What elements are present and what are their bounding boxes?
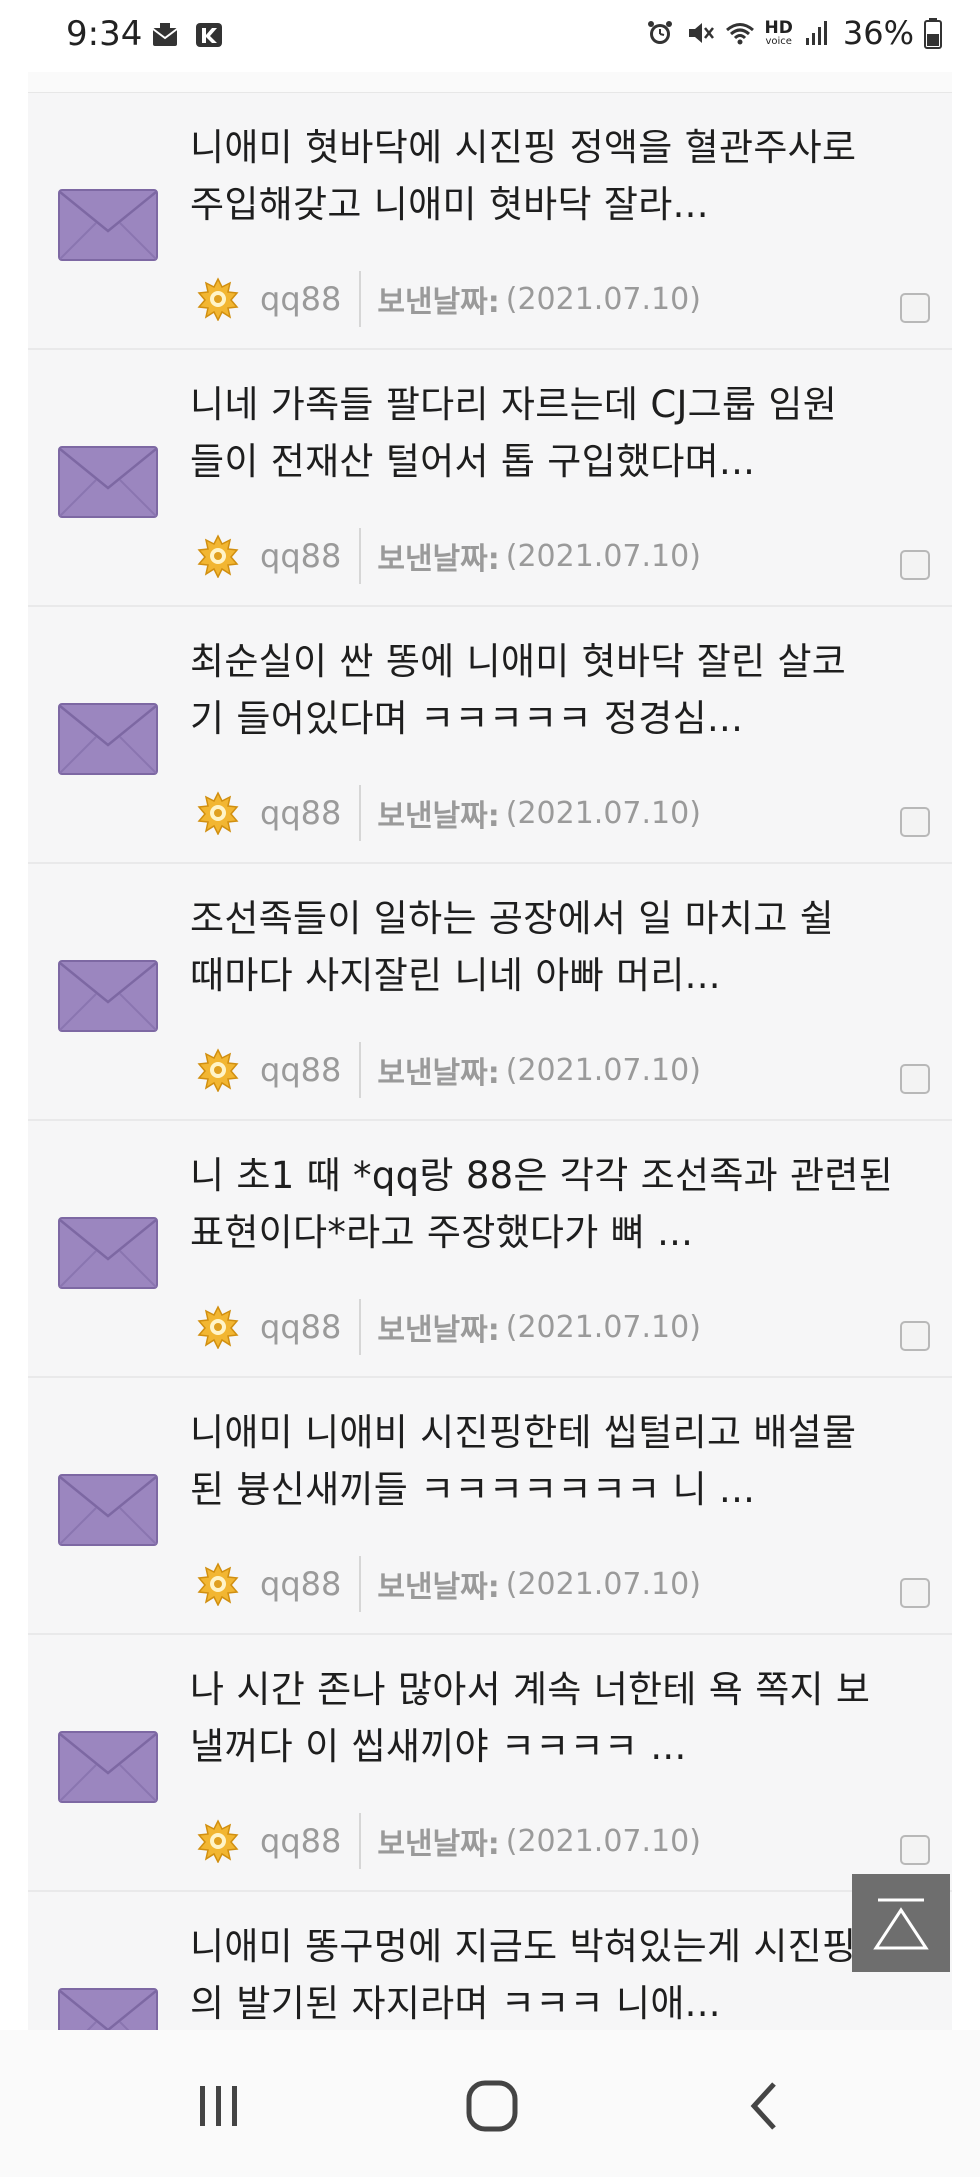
message-meta: qq88 보낸날짜: (2021.07.10) [196,1813,701,1869]
recent-apps-icon[interactable] [188,2078,248,2134]
message-subject[interactable]: 니네 가족들 팔다리 자르는데 CJ그룹 임원 들이 전재산 털어서 톱 구입했… [190,376,930,490]
battery-icon [924,18,942,49]
sent-date-label: 보낸날짜: [377,1827,500,1862]
message-select-checkbox[interactable] [900,550,930,580]
member-level-badge-icon [197,1305,239,1349]
meta-divider [359,271,362,327]
sent-date: (2021.07.10) [505,281,701,317]
meta-divider [359,1042,362,1098]
message-select-checkbox[interactable] [900,1064,930,1094]
envelope-icon [58,1474,158,1546]
sent-date: (2021.07.10) [505,1309,701,1345]
message-sender[interactable]: qq88 [260,1308,341,1346]
message-sender[interactable]: qq88 [260,280,341,318]
alarm-icon [647,21,672,44]
message-subject[interactable]: 조선족들이 일하는 공장에서 일 마치고 쉴 때마다 사지잘린 니네 아빠 머리… [190,890,930,1004]
hd-voice-icon: HD voice [764,17,793,47]
message-sender[interactable]: qq88 [260,537,341,575]
message-row[interactable]: 니네 가족들 팔다리 자르는데 CJ그룹 임원 들이 전재산 털어서 톱 구입했… [28,350,952,607]
message-subject[interactable]: 니애미 혓바닥에 시진핑 정액을 혈관주사로 주입해갖고 니애미 혓바닥 잘라.… [190,119,930,233]
meta-divider [359,1813,362,1869]
message-row[interactable]: 니애미 혓바닥에 시진핑 정액을 혈관주사로 주입해갖고 니애미 혓바닥 잘라.… [28,93,952,350]
sent-date-label: 보낸날짜: [377,285,500,320]
sent-date: (2021.07.10) [505,538,701,574]
member-level-badge-icon [197,1048,239,1092]
message-row[interactable]: 나 시간 존나 많아서 계속 너한테 욕 쪽지 보 낼꺼다 이 씹새끼야 ㅋㅋㅋ… [28,1635,952,1892]
status-time: 9:34 [66,14,143,54]
message-meta: qq88 보낸날짜: (2021.07.10) [196,271,701,327]
sent-date-label: 보낸날짜: [377,1056,500,1091]
meta-divider [359,1556,362,1612]
sent-date: (2021.07.10) [505,1566,701,1602]
scroll-to-top-button[interactable] [852,1874,950,1972]
wifi-icon [725,23,754,45]
navigation-bar [0,2030,980,2177]
list-top-edge [28,72,952,93]
message-meta: qq88 보낸날짜: (2021.07.10) [196,1299,701,1355]
member-level-badge-icon [197,277,239,321]
back-icon[interactable] [736,2078,796,2134]
message-sender[interactable]: qq88 [260,1822,341,1860]
member-level-badge-icon [197,534,239,578]
app-notification-icon [196,23,222,47]
meta-divider [359,528,362,584]
message-subject[interactable]: 니애미 똥구멍에 지금도 박혀있는게 시진핑 의 발기된 자지라며 ㅋㅋㅋ 니애… [190,1918,930,2030]
message-row[interactable]: 조선족들이 일하는 공장에서 일 마치고 쉴 때마다 사지잘린 니네 아빠 머리… [28,864,952,1121]
message-select-checkbox[interactable] [900,1321,930,1351]
message-list: 니애미 혓바닥에 시진핑 정액을 혈관주사로 주입해갖고 니애미 혓바닥 잘라.… [28,72,952,2030]
message-meta: qq88 보낸날짜: (2021.07.10) [196,1556,701,1612]
message-subject[interactable]: 최순실이 싼 똥에 니애미 혓바닥 잘린 살코 기 들어있다며 ㅋㅋㅋㅋㅋ 정경… [190,633,930,747]
envelope-icon [58,703,158,775]
message-select-checkbox[interactable] [900,1578,930,1608]
member-level-badge-icon [197,1819,239,1863]
envelope-icon [58,189,158,261]
message-subject[interactable]: 니 초1 때 *qq랑 88은 각각 조선족과 관련된 표현이다*라고 주장했다… [190,1147,930,1261]
mail-notification-icon [152,23,178,46]
envelope-icon [58,1731,158,1803]
signal-icon [805,21,827,45]
envelope-icon [58,1217,158,1289]
sent-date-label: 보낸날짜: [377,799,500,834]
sent-date-label: 보낸날짜: [377,1313,500,1348]
message-subject[interactable]: 니애미 니애비 시진핑한테 씹털리고 배설물 된 븅신새끼들 ㅋㅋㅋㅋㅋㅋㅋ 니… [190,1404,930,1518]
envelope-icon [58,446,158,518]
meta-divider [359,785,362,841]
sent-date: (2021.07.10) [505,795,701,831]
message-meta: qq88 보낸날짜: (2021.07.10) [196,528,701,584]
message-sender[interactable]: qq88 [260,1051,341,1089]
sent-date: (2021.07.10) [505,1823,701,1859]
message-row[interactable]: 니 초1 때 *qq랑 88은 각각 조선족과 관련된 표현이다*라고 주장했다… [28,1121,952,1378]
sent-date-label: 보낸날짜: [377,542,500,577]
mute-icon [688,23,714,43]
meta-divider [359,1299,362,1355]
battery-percent: 36% [842,14,914,52]
envelope-icon [58,1988,158,2030]
message-select-checkbox[interactable] [900,1835,930,1865]
envelope-icon [58,960,158,1032]
message-select-checkbox[interactable] [900,293,930,323]
member-level-badge-icon [197,1562,239,1606]
status-bar: 9:34 HD voice 36% [0,0,980,72]
arrow-to-top-icon [873,1898,929,1950]
message-meta: qq88 보낸날짜: (2021.07.10) [196,1042,701,1098]
message-subject[interactable]: 나 시간 존나 많아서 계속 너한테 욕 쪽지 보 낼꺼다 이 씹새끼야 ㅋㅋㅋ… [190,1661,930,1775]
message-meta: qq88 보낸날짜: (2021.07.10) [196,785,701,841]
sent-date: (2021.07.10) [505,1052,701,1088]
message-sender[interactable]: qq88 [260,1565,341,1603]
message-row[interactable]: 니애미 니애비 시진핑한테 씹털리고 배설물 된 븅신새끼들 ㅋㅋㅋㅋㅋㅋㅋ 니… [28,1378,952,1635]
message-row[interactable]: 최순실이 싼 똥에 니애미 혓바닥 잘린 살코 기 들어있다며 ㅋㅋㅋㅋㅋ 정경… [28,607,952,864]
message-row[interactable]: 니애미 똥구멍에 지금도 박혀있는게 시진핑 의 발기된 자지라며 ㅋㅋㅋ 니애… [28,1892,952,2030]
message-sender[interactable]: qq88 [260,794,341,832]
home-icon[interactable] [462,2078,522,2134]
member-level-badge-icon [197,791,239,835]
sent-date-label: 보낸날짜: [377,1570,500,1605]
message-select-checkbox[interactable] [900,807,930,837]
